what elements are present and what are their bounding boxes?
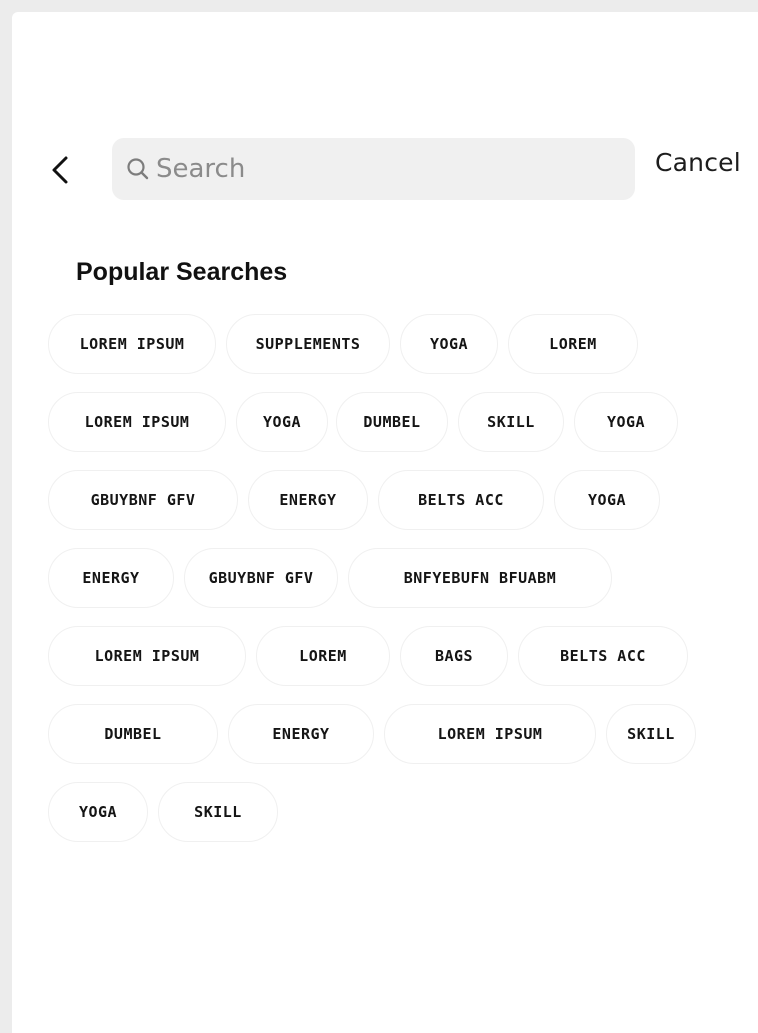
chip-label: YOGA xyxy=(587,491,627,509)
search-chip[interactable]: LOREM IPSUM xyxy=(48,626,246,686)
search-chip[interactable]: BELTS ACC xyxy=(378,470,544,530)
search-chip[interactable]: SKILL xyxy=(158,782,278,842)
chip-label: LOREM IPSUM xyxy=(84,413,190,431)
popular-searches-heading: Popular Searches xyxy=(76,258,288,286)
chip-label: SKILL xyxy=(194,803,242,821)
cancel-button[interactable]: Cancel xyxy=(655,148,741,177)
search-chip[interactable]: DUMBEL xyxy=(48,704,218,764)
chip-label: SKILL xyxy=(627,725,675,743)
search-chip[interactable]: YOGA xyxy=(236,392,328,452)
search-bar-row: Cancel xyxy=(12,138,758,202)
chip-label: BNFYEBUFN BFUABM xyxy=(403,569,557,587)
search-input[interactable] xyxy=(156,154,616,184)
chip-label: SUPPLEMENTS xyxy=(255,335,361,353)
search-chip[interactable]: SUPPLEMENTS xyxy=(226,314,390,374)
chip-label: LOREM xyxy=(299,647,347,665)
chip-label: GBUYBNF GFV xyxy=(208,569,314,587)
search-chip[interactable]: LOREM IPSUM xyxy=(48,392,226,452)
chip-label: ENERGY xyxy=(279,491,337,509)
search-chip[interactable]: ENERGY xyxy=(248,470,368,530)
search-chip[interactable]: SKILL xyxy=(458,392,564,452)
chip-label: BAGS xyxy=(434,647,474,665)
chip-label: DUMBEL xyxy=(104,725,162,743)
search-chip[interactable]: YOGA xyxy=(574,392,678,452)
search-chip[interactable]: GBUYBNF GFV xyxy=(184,548,338,608)
chip-label: YOGA xyxy=(78,803,118,821)
chip-label: DUMBEL xyxy=(363,413,421,431)
search-chip[interactable]: BAGS xyxy=(400,626,508,686)
search-chip[interactable]: GBUYBNF GFV xyxy=(48,470,238,530)
chip-label: YOGA xyxy=(429,335,469,353)
search-icon xyxy=(124,155,152,183)
search-chip[interactable]: LOREM IPSUM xyxy=(384,704,596,764)
chip-label: LOREM IPSUM xyxy=(79,335,185,353)
chip-label: SKILL xyxy=(487,413,535,431)
search-chip[interactable]: SKILL xyxy=(606,704,696,764)
search-chip[interactable]: BNFYEBUFN BFUABM xyxy=(348,548,612,608)
chip-label: ENERGY xyxy=(272,725,330,743)
back-button[interactable] xyxy=(46,152,76,188)
chip-label: ENERGY xyxy=(82,569,140,587)
chip-label: LOREM xyxy=(549,335,597,353)
chip-label: BELTS ACC xyxy=(560,647,646,665)
chip-label: GBUYBNF GFV xyxy=(90,491,196,509)
chevron-left-icon xyxy=(46,156,76,192)
search-chip[interactable]: BELTS ACC xyxy=(518,626,688,686)
search-chip[interactable]: LOREM xyxy=(508,314,638,374)
search-chip[interactable]: ENERGY xyxy=(228,704,374,764)
search-chip[interactable]: YOGA xyxy=(554,470,660,530)
search-chip[interactable]: ENERGY xyxy=(48,548,174,608)
search-field[interactable] xyxy=(112,138,635,200)
search-chip[interactable]: LOREM xyxy=(256,626,390,686)
search-chip[interactable]: DUMBEL xyxy=(336,392,448,452)
search-chip[interactable]: LOREM IPSUM xyxy=(48,314,216,374)
chip-label: LOREM IPSUM xyxy=(94,647,200,665)
chip-label: YOGA xyxy=(262,413,302,431)
search-chip[interactable]: YOGA xyxy=(400,314,498,374)
chip-label: YOGA xyxy=(606,413,646,431)
chip-label: LOREM IPSUM xyxy=(437,725,543,743)
chip-label: BELTS ACC xyxy=(418,491,504,509)
search-chip[interactable]: YOGA xyxy=(48,782,148,842)
search-screen: Cancel Popular Searches LOREM IPSUM SUPP… xyxy=(12,12,758,1033)
